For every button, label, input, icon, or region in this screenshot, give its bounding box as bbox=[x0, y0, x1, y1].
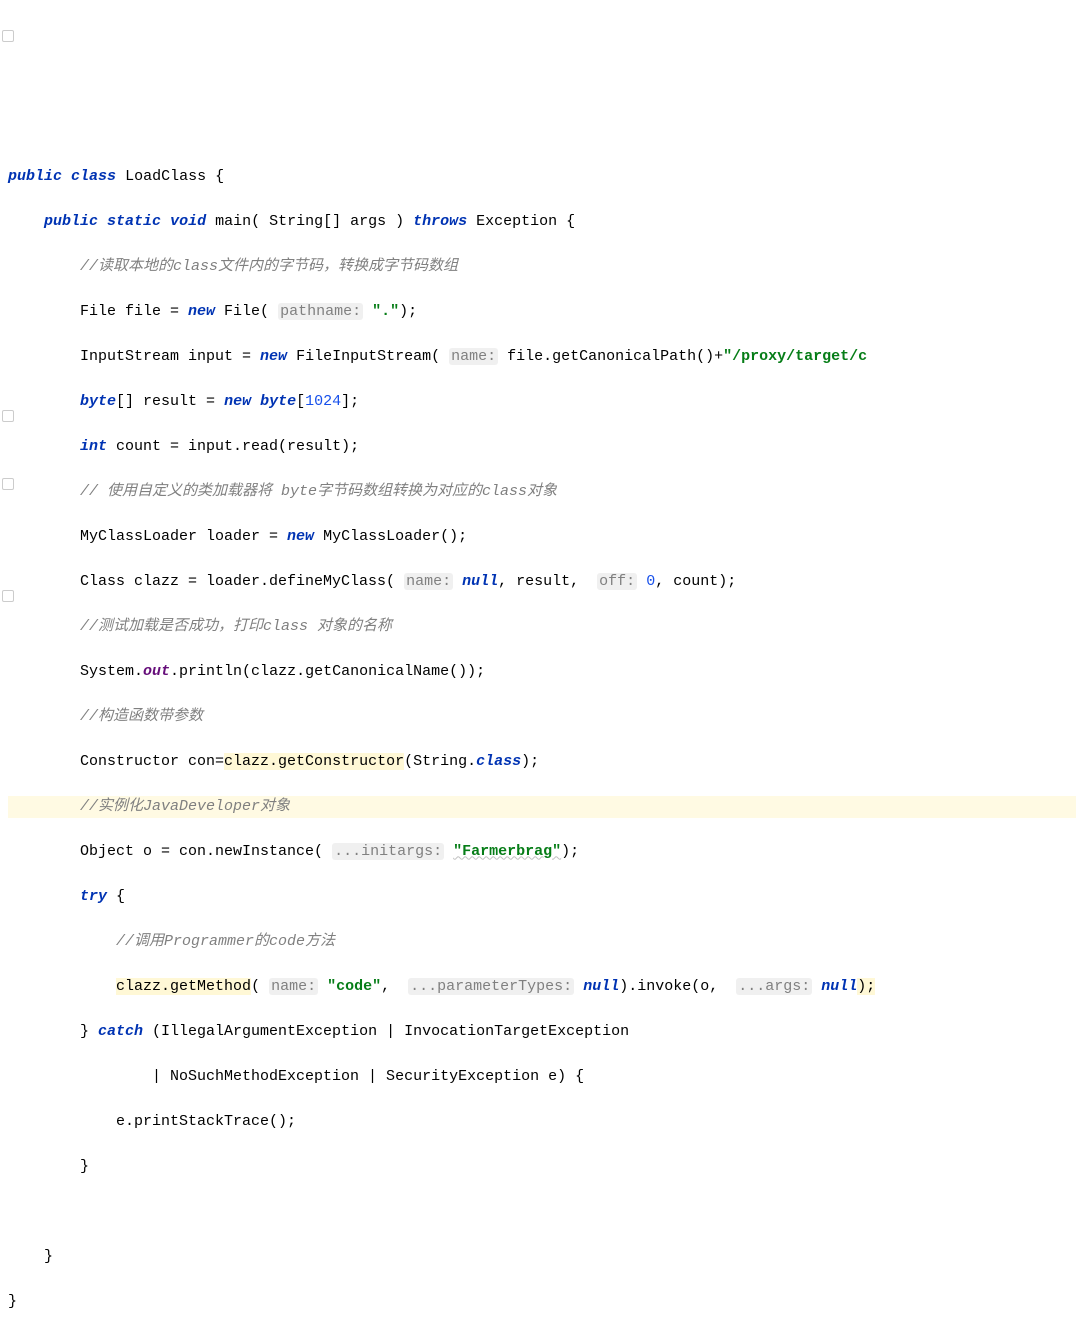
code-line: // 使用自定义的类加载器将 byte字节码数组转换为对应的class对象 bbox=[8, 481, 1076, 504]
code-line: //测试加载是否成功，打印class 对象的名称 bbox=[8, 616, 1076, 639]
code-line: | NoSuchMethodException | SecurityExcept… bbox=[8, 1066, 1076, 1089]
code-line: Constructor con=clazz.getConstructor(Str… bbox=[8, 751, 1076, 774]
code-line: e.printStackTrace(); bbox=[8, 1111, 1076, 1134]
code-line: int count = input.read(result); bbox=[8, 436, 1076, 459]
code-line: Object o = con.newInstance( ...initargs:… bbox=[8, 841, 1076, 864]
code-line: InputStream input = new FileInputStream(… bbox=[8, 346, 1076, 369]
code-line: byte[] result = new byte[1024]; bbox=[8, 391, 1076, 414]
code-line: } bbox=[8, 1291, 1076, 1314]
param-hint: off: bbox=[597, 573, 637, 590]
code-line: clazz.getMethod( name: "code", ...parame… bbox=[8, 976, 1076, 999]
gutter-icon[interactable] bbox=[2, 478, 14, 490]
code-line: public class LoadClass { bbox=[8, 166, 1076, 189]
param-hint: name: bbox=[269, 978, 318, 995]
code-line: //读取本地的class文件内的字节码，转换成字节码数组 bbox=[8, 256, 1076, 279]
param-hint: name: bbox=[449, 348, 498, 365]
code-line: } bbox=[8, 1156, 1076, 1179]
code-editor[interactable]: public class LoadClass { public static v… bbox=[4, 143, 1076, 1320]
gutter-icon[interactable] bbox=[2, 590, 14, 602]
editor-gutter bbox=[0, 0, 16, 660]
code-line: } bbox=[8, 1246, 1076, 1269]
code-line: System.out.println(clazz.getCanonicalNam… bbox=[8, 661, 1076, 684]
code-line: Class clazz = loader.defineMyClass( name… bbox=[8, 571, 1076, 594]
param-hint: pathname: bbox=[278, 303, 363, 320]
code-line: try { bbox=[8, 886, 1076, 909]
code-line-highlighted: //实例化JavaDeveloper对象 bbox=[8, 796, 1076, 819]
param-hint: name: bbox=[404, 573, 453, 590]
code-line bbox=[8, 1201, 1076, 1224]
code-line: MyClassLoader loader = new MyClassLoader… bbox=[8, 526, 1076, 549]
param-hint: ...initargs: bbox=[332, 843, 444, 860]
gutter-icon[interactable] bbox=[2, 410, 14, 422]
param-hint: ...parameterTypes: bbox=[408, 978, 574, 995]
gutter-icon[interactable] bbox=[2, 30, 14, 42]
code-line: } catch (IllegalArgumentException | Invo… bbox=[8, 1021, 1076, 1044]
code-line: //调用Programmer的code方法 bbox=[8, 931, 1076, 954]
code-line: File file = new File( pathname: "."); bbox=[8, 301, 1076, 324]
param-hint: ...args: bbox=[736, 978, 812, 995]
code-line: //构造函数带参数 bbox=[8, 706, 1076, 729]
code-line: public static void main( String[] args )… bbox=[8, 211, 1076, 234]
